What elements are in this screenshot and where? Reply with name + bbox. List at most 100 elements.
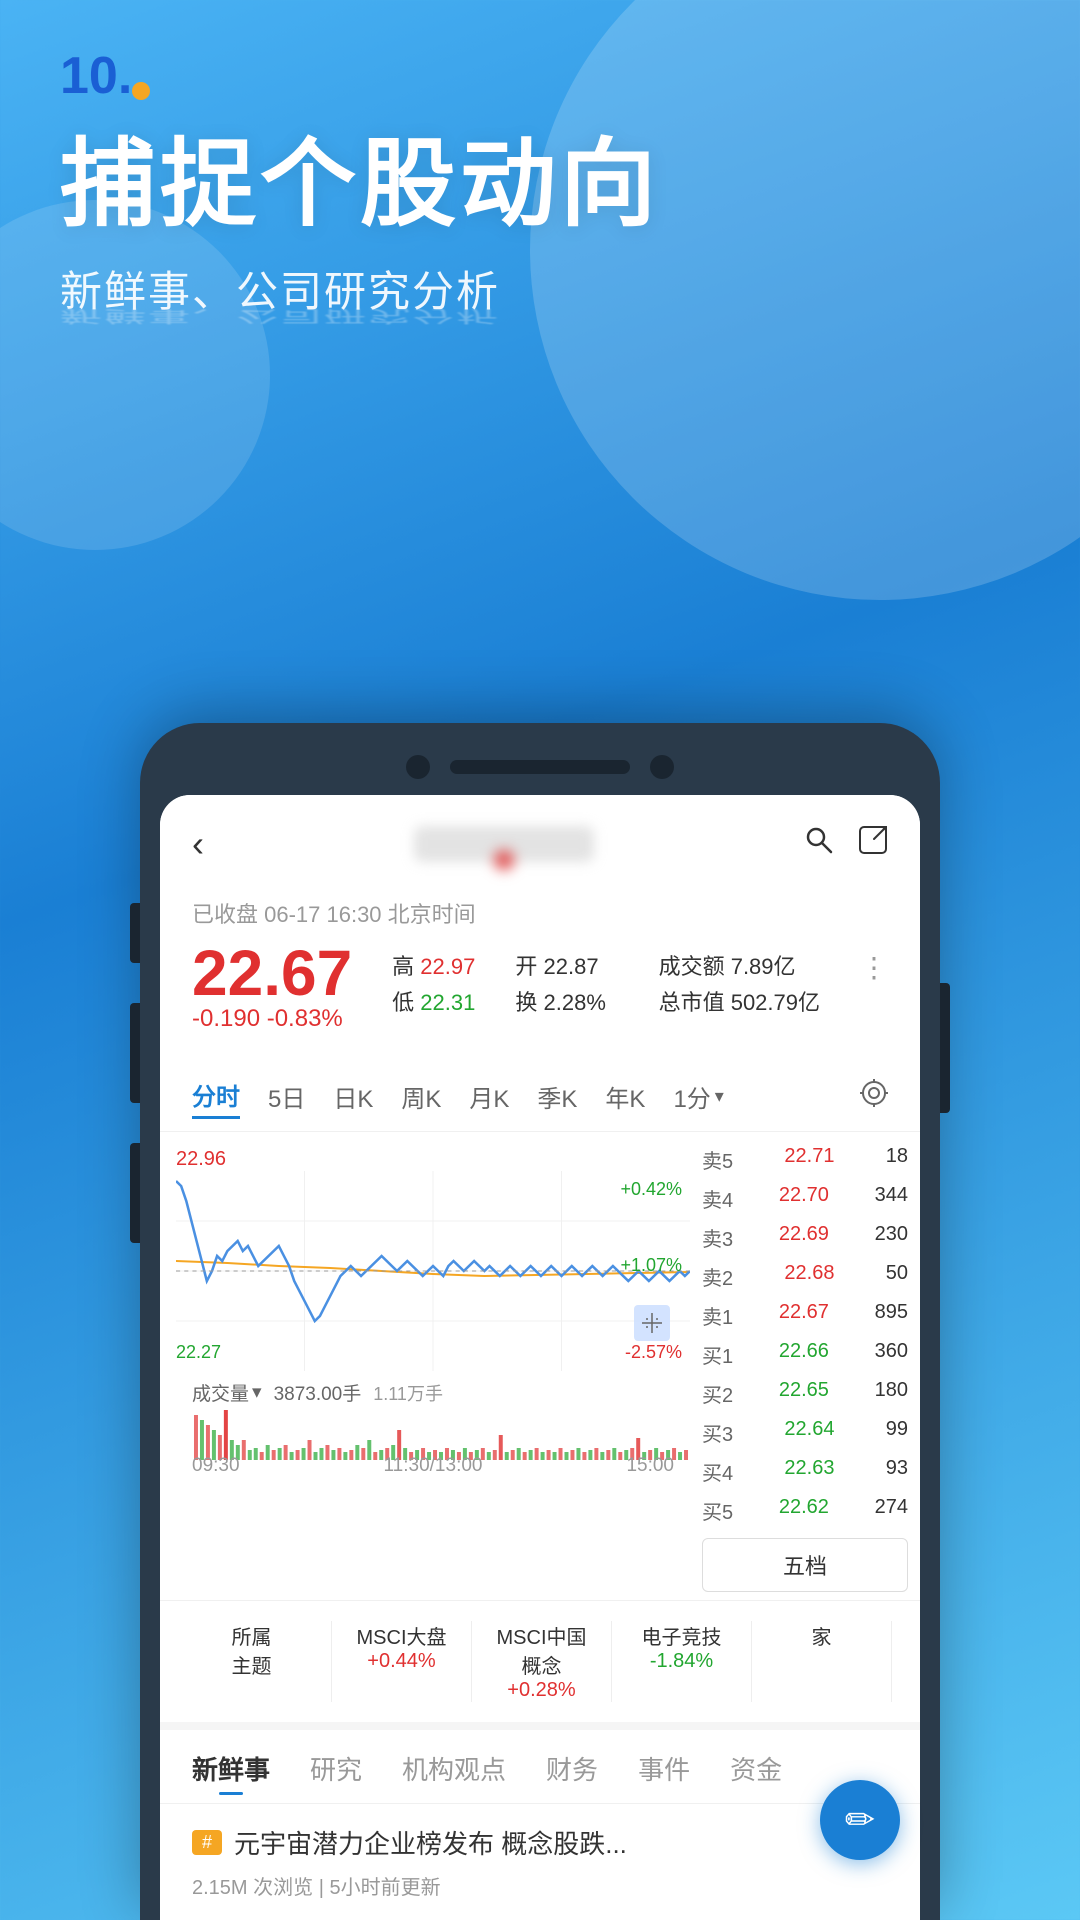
sector-msci-pct: +0.44% (367, 1650, 435, 1673)
phone-screen: ‹ (160, 795, 920, 1920)
volume-value: 7.89亿 (731, 954, 796, 979)
tab-jik[interactable]: 季K (537, 1075, 577, 1118)
crosshair-button[interactable] (634, 1305, 670, 1341)
write-icon: ✏ (845, 1799, 875, 1841)
buy4-qty: 93 (886, 1457, 908, 1486)
sell4-label: 卖4 (702, 1184, 733, 1213)
buy2-price: 22.65 (779, 1379, 829, 1408)
high-value: 22.97 (420, 954, 475, 979)
phone-button-volume-down (130, 1003, 140, 1103)
time-mid: 11:30/13:00 (384, 1455, 483, 1477)
tab-yuek[interactable]: 月K (469, 1075, 509, 1118)
tab-zhouk[interactable]: 周K (401, 1075, 441, 1118)
app-logo: 10. (60, 50, 1020, 102)
sell-order-4: 卖4 22.70 344 (702, 1179, 908, 1218)
phone-camera-left (406, 755, 430, 779)
stock-high-low: 高 22.97 低 22.31 (392, 949, 475, 1017)
stock-price: 22.67 (192, 941, 352, 1005)
buy5-price: 22.62 (779, 1496, 829, 1525)
sell2-price: 22.68 (784, 1262, 834, 1291)
five-level-button[interactable]: 五档 (702, 1538, 908, 1592)
sector-msci-china-name: MSCI中国概念 (492, 1621, 591, 1679)
search-button[interactable] (804, 825, 834, 863)
sell-order-3: 卖3 22.69 230 (702, 1218, 908, 1257)
phone-button-volume-up (130, 903, 140, 963)
sector-tag-esports[interactable]: 电子竞技 -1.84% (612, 1621, 752, 1702)
volume-label: 成交量 (192, 1379, 249, 1406)
fab-write-button[interactable]: ✏ (820, 1780, 900, 1860)
turnover-value: 2.28% (544, 990, 606, 1015)
chart-pct-top: +0.42% (620, 1179, 682, 1200)
buy-order-4: 买4 22.63 93 (702, 1452, 908, 1491)
sell4-price: 22.70 (779, 1184, 829, 1213)
buy-order-2: 买2 22.65 180 (702, 1374, 908, 1413)
tab-news-yanjiu[interactable]: 研究 (310, 1750, 362, 1795)
volume-type-dropdown[interactable]: 成交量 ▾ (192, 1379, 262, 1406)
buy1-price: 22.66 (779, 1340, 829, 1369)
low-label: 低 (392, 990, 414, 1015)
phone-mockup: ‹ (140, 723, 940, 1920)
stock-info: 已收盘 06-17 16:30 北京时间 22.67 -0.190 -0.83%… (160, 881, 920, 1061)
stock-status-time: 已收盘 06-17 16:30 北京时间 (192, 897, 888, 929)
tab-1min[interactable]: 1分 ▾ (673, 1079, 723, 1114)
share-button[interactable] (858, 825, 888, 863)
volume-label: 成交额 (659, 954, 725, 979)
sector-msci-name: MSCI大盘 (357, 1621, 447, 1650)
tab-news-zijin[interactable]: 资金 (730, 1750, 782, 1795)
tab-news-shijian[interactable]: 事件 (638, 1750, 690, 1795)
sell2-label: 卖2 (702, 1262, 733, 1291)
tab-nk[interactable]: 年K (605, 1075, 645, 1118)
price-chart-svg (176, 1171, 690, 1371)
sector-tags: 所属主题 MSCI大盘 +0.44% MSCI中国概念 +0.28% 电子竞技 … (160, 1600, 920, 1722)
buy3-label: 买3 (702, 1418, 733, 1447)
chart-tabs: 分时 5日 日K 周K 月K 季K 年K 1分 ▾ (160, 1061, 920, 1132)
sell2-qty: 50 (886, 1262, 908, 1291)
buy-order-5: 买5 22.62 274 (702, 1491, 908, 1530)
tab-fenshi[interactable]: 分时 (192, 1073, 240, 1119)
sector-theme-name: 所属主题 (232, 1621, 272, 1679)
sector-tag-msci[interactable]: MSCI大盘 +0.44% (332, 1621, 472, 1702)
phone-notch (160, 743, 920, 795)
phone-button-power (940, 983, 950, 1113)
news-tag-row: # 元宇宙潜力企业榜发布 概念股跌... (192, 1824, 888, 1861)
volume-dropdown-arrow: ▾ (252, 1381, 262, 1404)
news-meta: 2.15M 次浏览 | 5小时前更新 (192, 1871, 888, 1900)
market-cap-value: 502.79亿 (731, 990, 820, 1015)
volume-value: 3873.00手 (274, 1379, 362, 1406)
time-start: 09:30 (192, 1455, 240, 1477)
app-bar: ‹ (160, 795, 920, 881)
sell3-qty: 230 (875, 1223, 908, 1252)
tab-dayk[interactable]: 日K (333, 1075, 373, 1118)
news-item-1[interactable]: # 元宇宙潜力企业榜发布 概念股跌... 2.15M 次浏览 | 5小时前更新 (160, 1803, 920, 1920)
buy-order-3: 买3 22.64 99 (702, 1413, 908, 1452)
sector-tag-msci-china[interactable]: MSCI中国概念 +0.28% (472, 1621, 612, 1702)
volume-svg-container (192, 1410, 690, 1460)
more-button[interactable]: ⋮ (860, 951, 888, 984)
chart-order-area: 22.96 (160, 1132, 920, 1600)
price-chart-container[interactable]: +0.42% +1.07% -2.57% 22.27 (176, 1171, 690, 1371)
tab-5day[interactable]: 5日 (268, 1075, 305, 1118)
chart-pct-mid: +1.07% (620, 1255, 682, 1276)
tab-1min-label: 1分 (673, 1079, 710, 1114)
back-button[interactable]: ‹ (192, 823, 204, 865)
volume-unit: 1.11万手 (373, 1380, 443, 1406)
open-label: 开 (515, 954, 537, 979)
news-tabs: 新鲜事 研究 机构观点 财务 事件 资金 (160, 1722, 920, 1803)
sector-tag-more[interactable]: 家 (752, 1621, 892, 1702)
sell-order-1: 卖1 22.67 895 (702, 1296, 908, 1335)
sector-more-name: 家 (812, 1621, 832, 1650)
order-book: 卖5 22.71 18 卖4 22.70 344 卖3 22.69 230 卖2… (690, 1132, 920, 1600)
tab-news-caiwu[interactable]: 财务 (546, 1750, 598, 1795)
volume-header: 成交量 ▾ 3873.00手 1.11万手 (192, 1379, 690, 1406)
buy3-price: 22.64 (784, 1418, 834, 1447)
buy1-qty: 360 (875, 1340, 908, 1369)
buy5-qty: 274 (875, 1496, 908, 1525)
buy5-label: 买5 (702, 1496, 733, 1525)
target-icon[interactable] (860, 1079, 888, 1114)
tab-news-xinxian[interactable]: 新鲜事 (192, 1750, 270, 1795)
dropdown-arrow-icon: ▾ (715, 1086, 724, 1107)
buy1-label: 买1 (702, 1340, 733, 1369)
logo-dot (132, 82, 150, 100)
tab-news-jigou[interactable]: 机构观点 (402, 1750, 506, 1795)
sell-order-2: 卖2 22.68 50 (702, 1257, 908, 1296)
